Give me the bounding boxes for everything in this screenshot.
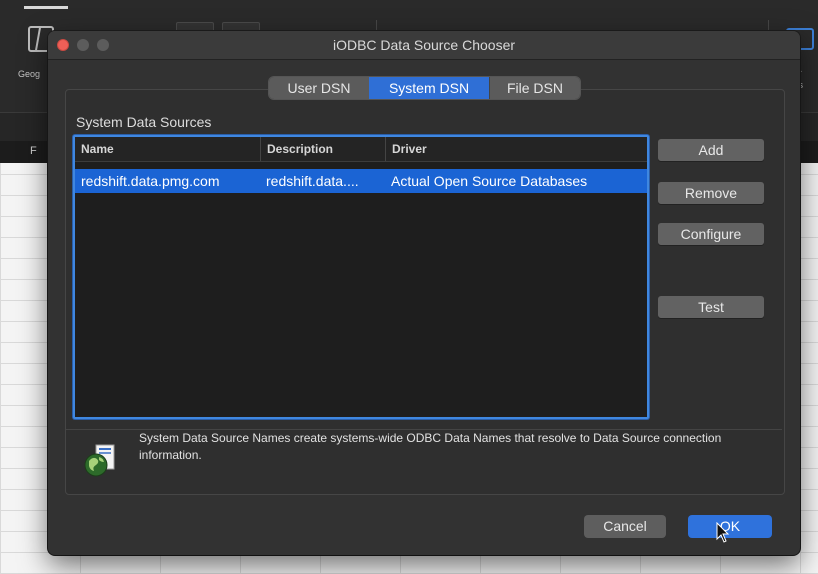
cell-description: redshift.data....	[266, 173, 359, 189]
tab-system-dsn[interactable]: System DSN	[369, 77, 489, 99]
configure-button[interactable]: Configure	[658, 223, 764, 245]
table-header: Name Description Driver	[75, 137, 647, 162]
column-header-driver[interactable]: Driver	[385, 137, 643, 161]
test-button[interactable]: Test	[658, 296, 764, 318]
mouse-pointer-icon	[716, 521, 730, 544]
dialog-title: iODBC Data Source Chooser	[332, 37, 516, 53]
ok-button[interactable]: OK	[688, 515, 772, 538]
tab-file-dsn[interactable]: File DSN	[489, 77, 580, 99]
column-header-name[interactable]: Name	[75, 137, 259, 161]
section-label: System Data Sources	[76, 114, 212, 130]
ribbon-label-geography: Geog	[18, 69, 41, 79]
column-header-f: F	[30, 145, 37, 157]
dsn-tab-bar: User DSN System DSN File DSN	[269, 77, 580, 99]
table-row[interactable]: redshift.data.pmg.com redshift.data.... …	[75, 169, 647, 193]
info-description: System Data Source Names create systems-…	[139, 431, 722, 462]
cell-name: redshift.data.pmg.com	[81, 173, 220, 189]
globe-document-icon	[82, 443, 118, 479]
column-header-description[interactable]: Description	[260, 137, 384, 161]
tab-user-dsn[interactable]: User DSN	[269, 77, 369, 99]
odbc-chooser-dialog: iODBC Data Source Chooser User DSN Syste…	[48, 31, 800, 555]
ribbon-tab-indicator	[24, 6, 68, 9]
cell-driver: Actual Open Source Databases	[391, 173, 588, 189]
dialog-titlebar[interactable]: iODBC Data Source Chooser	[48, 31, 800, 60]
cancel-button[interactable]: Cancel	[584, 515, 666, 538]
add-button[interactable]: Add	[658, 139, 764, 161]
remove-button[interactable]: Remove	[658, 182, 764, 204]
data-sources-table[interactable]: Name Description Driver redshift.data.pm…	[73, 135, 649, 419]
